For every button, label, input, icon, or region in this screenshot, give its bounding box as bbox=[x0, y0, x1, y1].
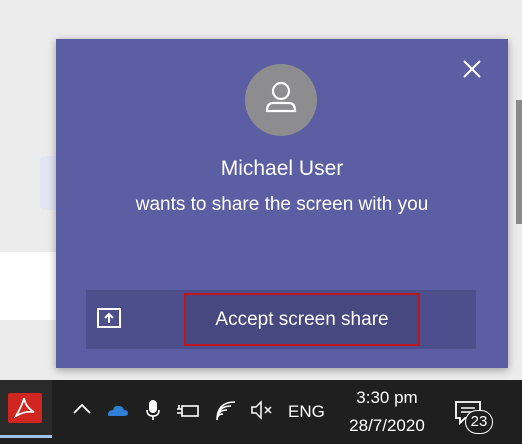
person-avatar-icon bbox=[245, 64, 317, 136]
close-icon[interactable] bbox=[460, 57, 484, 81]
clock-time[interactable]: 3:30 pm bbox=[340, 388, 434, 408]
wifi-icon[interactable] bbox=[214, 398, 238, 422]
caller-name: Michael User bbox=[220, 157, 344, 180]
active-app-indicator bbox=[0, 435, 52, 438]
background-scrollbar[interactable] bbox=[516, 100, 522, 224]
chevron-up-icon[interactable] bbox=[70, 398, 94, 422]
acrobat-taskbar-button[interactable] bbox=[0, 380, 52, 438]
notification-action-bar: Accept screen share bbox=[86, 290, 476, 349]
onedrive-cloud-icon[interactable] bbox=[105, 398, 129, 422]
clock-date[interactable]: 28/7/2020 bbox=[340, 416, 434, 436]
microphone-icon[interactable] bbox=[141, 398, 165, 422]
input-language-indicator[interactable]: ENG bbox=[288, 402, 325, 422]
acrobat-icon bbox=[8, 393, 42, 423]
share-screen-icon[interactable] bbox=[96, 307, 122, 331]
share-request-message: wants to share the screen with you bbox=[135, 194, 429, 215]
battery-charging-icon[interactable] bbox=[176, 398, 200, 422]
notification-count-badge: 23 bbox=[465, 410, 493, 434]
speaker-muted-icon[interactable] bbox=[250, 398, 274, 422]
accept-screen-share-button[interactable]: Accept screen share bbox=[184, 293, 420, 346]
taskbar: ENG 3:30 pm 28/7/2020 23 bbox=[0, 380, 522, 444]
screen-share-notification: Michael User wants to share the screen w… bbox=[56, 39, 508, 368]
